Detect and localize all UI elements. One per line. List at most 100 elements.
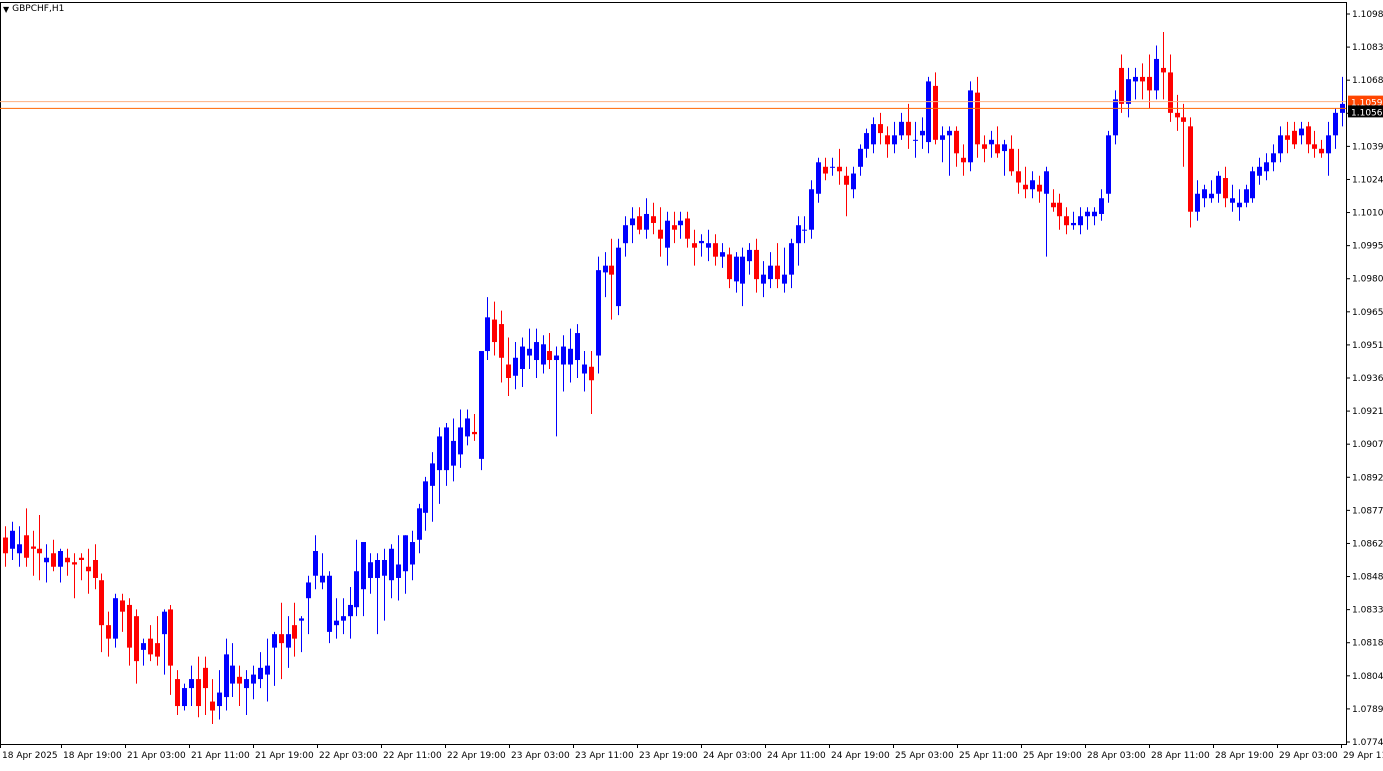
candle-body — [809, 189, 814, 230]
candle-body — [444, 427, 449, 471]
chart-title-bar: ▼ GBPCHF,H1 — [3, 4, 64, 14]
candle-body — [1271, 153, 1276, 163]
y-tick-label: 1.08330 — [1352, 606, 1383, 616]
candle-body — [1064, 216, 1069, 226]
candle-body — [568, 348, 573, 365]
candle-body — [1237, 202, 1242, 208]
x-tick-label: 21 Apr 19:00 — [255, 751, 314, 761]
candle-body — [86, 566, 91, 572]
candle-body — [1299, 128, 1304, 136]
candle-body — [1223, 178, 1228, 199]
candle-body — [306, 582, 311, 599]
candle-body — [554, 355, 559, 361]
x-tick-label: 21 Apr 11:00 — [191, 751, 250, 761]
candle-body — [844, 175, 849, 185]
candle-body — [417, 508, 422, 540]
chart-window[interactable]: ▼ GBPCHF,H1 1.109801.108301.106801.10540… — [0, 0, 1383, 767]
candle-body — [975, 92, 980, 145]
candle-body — [93, 560, 98, 578]
candle-body — [1326, 135, 1331, 154]
candle-body — [920, 130, 925, 136]
candle-body — [644, 213, 649, 230]
y-tick-label: 1.08770 — [1352, 506, 1383, 516]
candle-body — [1202, 189, 1207, 199]
candle-body — [596, 270, 601, 356]
candle-body — [3, 537, 8, 554]
candle-body — [1009, 148, 1014, 172]
x-tick-label: 29 Apr 03:00 — [1279, 751, 1338, 761]
candle-body — [237, 676, 242, 684]
candle-body — [168, 609, 173, 666]
candle-body — [1126, 79, 1131, 104]
candle-body — [871, 124, 876, 145]
candle-body — [292, 625, 297, 639]
candle-body — [892, 135, 897, 145]
candle-body — [858, 148, 863, 167]
candle-body — [665, 220, 670, 248]
y-tick-label: 1.07740 — [1352, 738, 1383, 748]
candle-body — [375, 560, 380, 578]
y-tick-label: 1.10680 — [1352, 76, 1383, 86]
candle-body — [106, 625, 111, 639]
candle-body — [17, 544, 22, 554]
y-tick-label: 1.09210 — [1352, 407, 1383, 417]
candle-body — [1057, 202, 1062, 217]
triangle-down-icon[interactable]: ▼ — [3, 5, 9, 14]
x-tick-label: 28 Apr 03:00 — [1087, 751, 1146, 761]
candle-body — [485, 317, 490, 352]
candle-body — [1037, 184, 1042, 192]
candle-body — [279, 634, 284, 644]
candle-body — [465, 418, 470, 437]
candle-body — [458, 427, 463, 455]
candle-body — [616, 247, 621, 307]
candle-body — [79, 557, 84, 560]
candle-body — [155, 643, 160, 657]
candle-body — [623, 225, 628, 244]
candle-body — [947, 130, 952, 136]
candle-body — [141, 643, 146, 650]
candle-body — [423, 481, 428, 513]
candle-body — [720, 252, 725, 257]
y-tick-label: 1.08180 — [1352, 639, 1383, 649]
x-tick-label: 25 Apr 19:00 — [1023, 751, 1082, 761]
candle-body — [403, 535, 408, 572]
candle-body — [410, 542, 415, 565]
x-tick-label: 28 Apr 19:00 — [1215, 751, 1274, 761]
candle-body — [451, 440, 456, 466]
candle-body — [913, 139, 918, 141]
candle-body — [782, 274, 787, 284]
candle-body — [341, 616, 346, 621]
x-tick-label: 22 Apr 03:00 — [319, 751, 378, 761]
candle-body — [609, 265, 614, 275]
x-tick-label: 24 Apr 19:00 — [831, 751, 890, 761]
candle-body — [651, 216, 656, 223]
x-tick-label: 23 Apr 19:00 — [639, 751, 698, 761]
candle-body — [396, 564, 401, 578]
candle-body — [224, 654, 229, 698]
candle-body — [796, 225, 801, 244]
candle-body — [527, 348, 532, 356]
candle-body — [230, 665, 235, 684]
y-tick-label: 1.09800 — [1352, 275, 1383, 285]
candle-body — [506, 364, 511, 378]
candle-body — [437, 436, 442, 471]
candle-body — [1154, 58, 1159, 91]
y-tick-label: 1.08620 — [1352, 539, 1383, 549]
price-chart[interactable]: 1.109801.108301.106801.105401.103901.102… — [0, 0, 1383, 767]
y-tick-label: 1.08480 — [1352, 573, 1383, 583]
candle-body — [1181, 117, 1186, 122]
candle-body — [1312, 144, 1317, 149]
candle-body — [1002, 144, 1007, 152]
candle-body — [348, 604, 353, 617]
candle-body — [1044, 171, 1049, 194]
candle-body — [534, 342, 539, 361]
candle-body — [1023, 184, 1028, 190]
candle-body — [761, 274, 766, 284]
candle-body — [740, 256, 745, 284]
candle-body — [175, 679, 180, 707]
candle-body — [851, 173, 856, 190]
y-tick-label: 1.07890 — [1352, 705, 1383, 715]
candle-body — [1071, 222, 1076, 226]
candle-body — [44, 557, 49, 563]
candle-body — [713, 243, 718, 257]
